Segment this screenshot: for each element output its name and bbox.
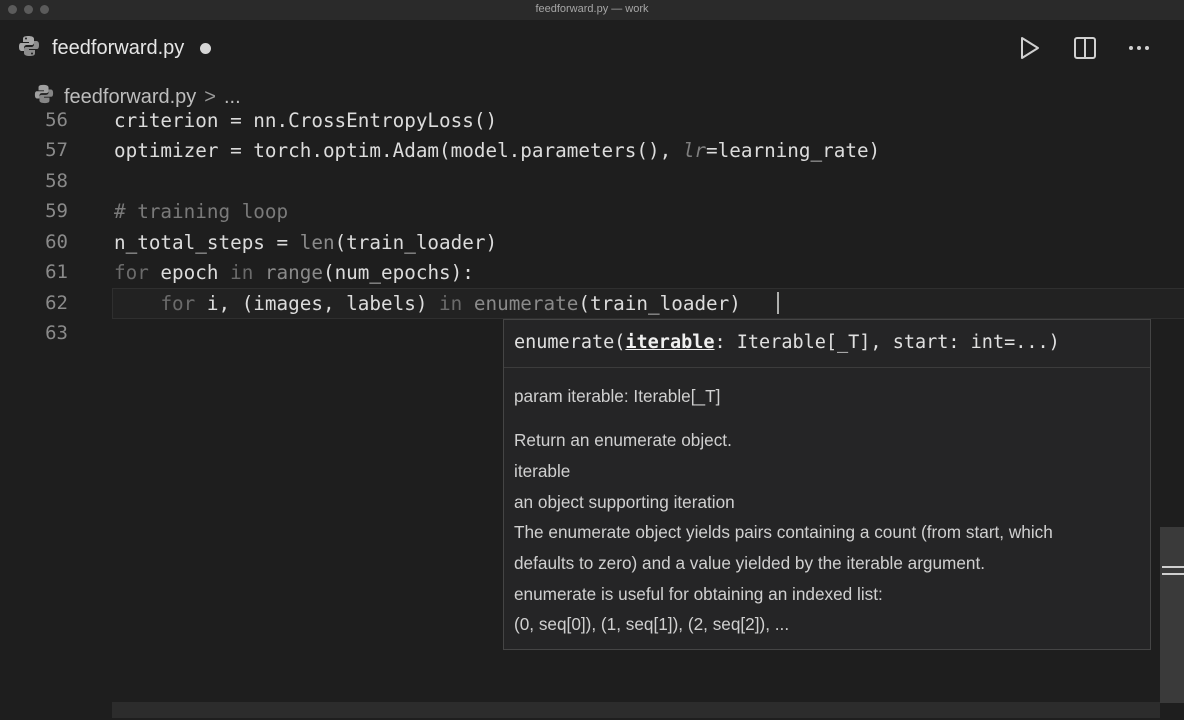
doc-line: enumerate is useful for obtaining an ind… xyxy=(514,584,883,604)
tab-filename: feedforward.py xyxy=(52,36,185,59)
breadcrumb: feedforward.py > ... xyxy=(34,84,241,110)
window-title: feedforward.py — work xyxy=(535,3,649,15)
doc-line: defaults to zero) and a value yielded by… xyxy=(514,553,986,573)
doc-line: (0, seq[0]), (1, seq[1]), (2, seq[2]), .… xyxy=(514,614,790,634)
code-line: 56 criterion = nn.CrossEntropyLoss() xyxy=(0,110,1160,136)
code-line: 60 n_total_steps = len(train_loader) xyxy=(0,227,1160,258)
popup-divider xyxy=(504,367,1150,368)
code-line: 59 # training loop xyxy=(0,196,1160,227)
signature-prefix: enumerate( xyxy=(514,332,626,353)
line-number: 61 xyxy=(45,261,68,283)
doc-line: an object supporting iteration xyxy=(514,492,735,512)
play-icon xyxy=(1021,37,1039,59)
line-code: for i, (images, labels) in enumerate(tra… xyxy=(160,292,741,315)
split-editor-icon xyxy=(1074,37,1096,59)
param-doc: param iterable: Iterable[_T] xyxy=(514,386,721,406)
horizontal-scrollbar[interactable] xyxy=(112,702,1160,718)
line-code: criterion = nn.CrossEntropyLoss() xyxy=(114,110,498,132)
unsaved-dot-icon[interactable] xyxy=(200,42,212,54)
ellipsis-icon xyxy=(1129,46,1149,50)
code-line: 61 for epoch in range(num_epochs): xyxy=(0,257,1160,288)
line-number: 59 xyxy=(45,200,68,222)
breadcrumb-file[interactable]: feedforward.py xyxy=(64,86,196,109)
breadcrumb-separator: > xyxy=(204,85,216,108)
line-number: 63 xyxy=(45,322,68,344)
python-icon xyxy=(18,35,40,62)
line-number: 60 xyxy=(45,231,68,253)
tab-feedforward[interactable]: feedforward.py xyxy=(18,30,212,66)
more-actions-button[interactable] xyxy=(1125,34,1153,62)
breadcrumb-symbols[interactable]: ... xyxy=(224,86,241,109)
line-code: for epoch in range(num_epochs): xyxy=(114,261,474,284)
function-signature: enumerate(iterable: Iterable[_T], start:… xyxy=(514,332,1060,353)
line-number: 58 xyxy=(45,170,68,192)
tab-bar: feedforward.py xyxy=(0,20,1184,76)
run-button[interactable] xyxy=(1015,34,1043,62)
python-file-icon xyxy=(34,84,54,110)
vertical-scrollbar-thumb[interactable] xyxy=(1160,527,1184,703)
title-bar: feedforward.py — work xyxy=(0,0,1184,20)
code-line: 57 optimizer = torch.optim.Adam(model.pa… xyxy=(0,135,1160,166)
split-editor-button[interactable] xyxy=(1071,34,1099,62)
scrollbar-cursor-marker xyxy=(1162,566,1184,575)
doc-line: Return an enumerate object. xyxy=(514,430,732,450)
line-number: 56 xyxy=(45,110,68,131)
line-number: 62 xyxy=(45,292,68,314)
code-line-current: 62 for i, (images, labels) in enumerate(… xyxy=(0,288,1160,319)
line-number: 57 xyxy=(45,139,68,161)
signature-suffix: : Iterable[_T], start: int=...) xyxy=(714,332,1060,353)
signature-help-popup: enumerate(iterable: Iterable[_T], start:… xyxy=(503,319,1151,650)
line-code: # training loop xyxy=(114,200,289,223)
line-code: optimizer = torch.optim.Adam(model.param… xyxy=(114,139,881,162)
code-line: 58 xyxy=(0,166,1160,197)
text-cursor xyxy=(777,292,779,314)
doc-line: iterable xyxy=(514,461,571,481)
active-parameter: iterable xyxy=(625,332,715,353)
line-code: n_total_steps = len(train_loader) xyxy=(114,231,498,254)
doc-line: The enumerate object yields pairs contai… xyxy=(514,522,1053,542)
